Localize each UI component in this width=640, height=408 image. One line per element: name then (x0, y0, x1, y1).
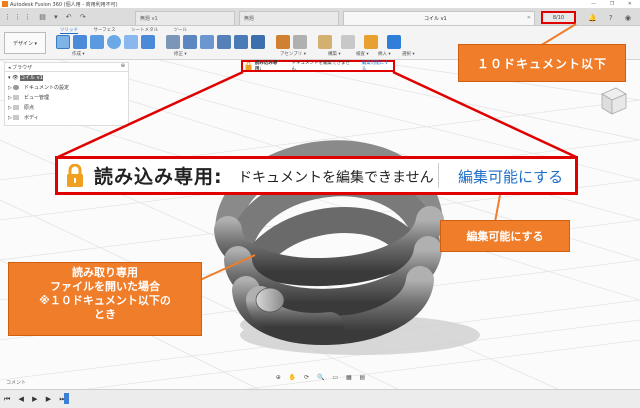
callout-line: とき (94, 308, 116, 321)
callout-document-limit: １０ドキュメント以下 (458, 44, 626, 82)
timeline-bar: ⏮ ◀ ▶ ▶ ⏭ (0, 389, 640, 408)
callout-text: １０ドキュメント以下 (476, 57, 607, 71)
fusion360-window: Autodesk Fusion 360 (個人用 - 商用利用不可) — ❐ ✕… (0, 0, 640, 408)
timeline-feature-marker[interactable] (64, 393, 69, 404)
callout-make-editable: 編集可能にする (440, 220, 570, 252)
callout-text: 編集可能にする (466, 230, 544, 243)
callout-line: ※１０ドキュメント以下の (39, 294, 171, 307)
comments-label: コメント (6, 380, 27, 386)
comments-panel[interactable]: コメント (0, 377, 640, 386)
timeline-controls[interactable]: ⏮ ◀ ▶ ▶ ⏭ (4, 395, 69, 404)
callout-readonly-case: 読み取り専用 ファイルを開いた場合 ※１０ドキュメント以下の とき (8, 262, 202, 336)
callout-line: ファイルを開いた場合 (50, 280, 160, 293)
callout-line: 読み取り専用 (72, 266, 138, 279)
